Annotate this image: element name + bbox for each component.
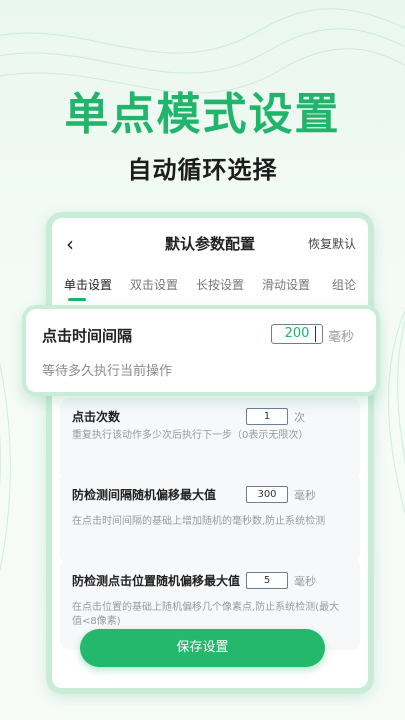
hero-subtitle: 自动循环选择 xyxy=(127,156,278,184)
setting-description: 等待多久执行当前操作 xyxy=(42,364,173,379)
setting-title: 点击时间间隔 xyxy=(42,327,133,345)
setting-unit: 毫秒 xyxy=(294,489,316,502)
tab-double-click[interactable]: 双击设置 xyxy=(130,276,178,293)
setting-description: 在点击位置的基础上随机偏移几个像素点,防止系统检测(最大值<8像素) xyxy=(72,602,340,627)
text-cursor xyxy=(315,326,316,342)
click-count-input[interactable]: 1 xyxy=(246,408,288,425)
highlighted-setting-click-interval: 点击时间间隔 200 毫秒 等待多久执行当前操作 xyxy=(22,305,380,396)
hero-title: 单点模式设置 xyxy=(64,89,341,140)
setting-card-click-count: 点击次数 1 次 重复执行该动作多少次后执行下一步（0表示无限次） xyxy=(60,398,360,480)
setting-description: 重复执行该动作多少次后执行下一步（0表示无限次） xyxy=(72,430,309,441)
phone-frame: ‹ 默认参数配置 恢复默认 单击设置 双击设置 长按设置 滑动设置 组论 点击次… xyxy=(46,212,374,694)
tab-bar: 单击设置 双击设置 长按设置 滑动设置 组论 xyxy=(52,266,368,306)
position-offset-input[interactable]: 5 xyxy=(246,572,288,589)
interval-offset-input[interactable]: 300 xyxy=(246,486,288,503)
tab-group[interactable]: 组论 xyxy=(332,276,356,293)
tab-long-press[interactable]: 长按设置 xyxy=(196,276,244,293)
setting-unit: 毫秒 xyxy=(328,330,355,345)
tab-single-click[interactable]: 单击设置 xyxy=(64,276,112,293)
setting-unit: 次 xyxy=(294,411,305,424)
setting-description: 在点击时间间隔的基础上增加随机的毫秒数,防止系统检测 xyxy=(72,516,326,527)
save-settings-button[interactable]: 保存设置 xyxy=(80,629,325,667)
setting-card-interval-offset: 防检测间隔随机偏移最大值 300 毫秒 在点击时间间隔的基础上增加随机的毫秒数,… xyxy=(60,472,360,564)
setting-unit: 毫秒 xyxy=(294,575,316,588)
top-bar: ‹ 默认参数配置 恢复默认 xyxy=(52,218,368,266)
tab-swipe[interactable]: 滑动设置 xyxy=(262,276,310,293)
setting-title: 点击次数 xyxy=(72,410,121,424)
active-tab-indicator xyxy=(68,298,86,301)
restore-default-button[interactable]: 恢复默认 xyxy=(308,235,356,252)
